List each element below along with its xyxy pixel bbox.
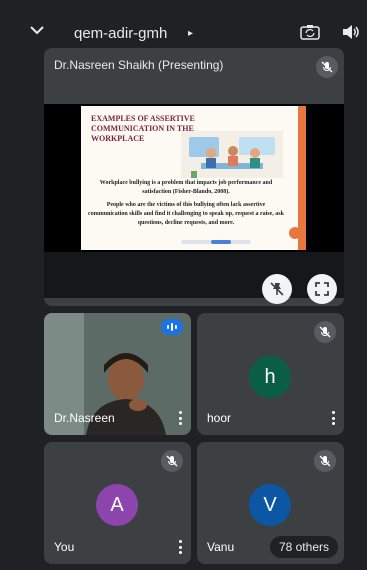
slide-paragraph-1: Workplace bullying is a problem that imp… xyxy=(99,180,273,195)
speaking-indicator-icon xyxy=(161,319,183,335)
more-options-icon[interactable] xyxy=(179,540,183,554)
mic-off-icon xyxy=(314,321,336,343)
unpin-icon xyxy=(270,282,284,296)
participant-name: Vanu xyxy=(207,540,235,554)
mic-off-icon xyxy=(161,450,183,472)
participant-tile-vanu[interactable]: V Vanu 78 others xyxy=(197,442,344,564)
participant-tile-you[interactable]: A You xyxy=(44,442,191,564)
presentation-tile[interactable]: Dr.Nasreen Shaikh (Presenting) EXAMPLES … xyxy=(44,48,344,306)
meeting-info-caret-icon[interactable]: ▸ xyxy=(188,28,193,39)
presenter-label: Dr.Nasreen Shaikh (Presenting) xyxy=(54,58,224,72)
fullscreen-button[interactable] xyxy=(307,274,337,304)
more-options-icon[interactable] xyxy=(179,411,183,425)
slide-progress-bar xyxy=(181,240,251,244)
participant-name: Dr.Nasreen xyxy=(54,411,115,425)
office-illustration-icon xyxy=(181,131,283,178)
mic-off-icon xyxy=(314,450,336,472)
top-bar: qem-adir-gmh ▸ xyxy=(0,0,367,46)
speaker-icon[interactable] xyxy=(342,24,360,40)
avatar: A xyxy=(96,484,138,526)
avatar: V xyxy=(249,484,291,526)
slide-accent-dot xyxy=(289,227,301,239)
unpin-button[interactable] xyxy=(262,274,292,304)
chevron-down-icon[interactable] xyxy=(30,23,44,37)
participant-name: You xyxy=(54,540,75,554)
others-count-chip[interactable]: 78 others xyxy=(269,536,338,558)
switch-camera-icon[interactable] xyxy=(300,24,320,40)
participant-name: hoor xyxy=(207,411,232,425)
participant-tile-dr-nasreen[interactable]: Dr.Nasreen xyxy=(44,313,191,435)
presentation-slide: EXAMPLES OF ASSERTIVE COMMUNICATION IN T… xyxy=(81,106,306,250)
screen-bottom-area xyxy=(44,252,344,298)
shared-screen: EXAMPLES OF ASSERTIVE COMMUNICATION IN T… xyxy=(44,104,344,298)
fullscreen-icon xyxy=(315,282,329,296)
mic-off-icon xyxy=(316,56,338,78)
slide-body: Workplace bullying is a problem that imp… xyxy=(87,179,285,228)
avatar: h xyxy=(249,356,291,398)
more-options-icon[interactable] xyxy=(332,411,336,425)
meeting-code[interactable]: qem-adir-gmh xyxy=(74,25,167,42)
slide-paragraph-2: People who are the victims of this bully… xyxy=(88,202,284,226)
participant-tile-hoor[interactable]: h hoor xyxy=(197,313,344,435)
